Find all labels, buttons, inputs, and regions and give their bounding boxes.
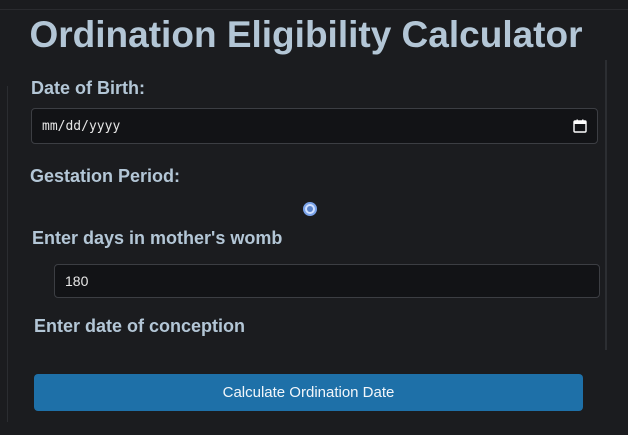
panel-left-edge: [7, 86, 8, 422]
conception-label: Enter date of conception: [34, 316, 246, 336]
dob-placeholder: mm/dd/yyyy: [42, 118, 121, 134]
calendar-icon[interactable]: [573, 119, 587, 133]
dob-input[interactable]: mm/dd/yyyy: [31, 108, 598, 144]
gestation-label: Gestation Period:: [30, 166, 181, 186]
days-value: 180: [65, 273, 89, 289]
days-input[interactable]: 180: [54, 264, 600, 298]
page-title: Ordination Eligibility Calculator: [29, 14, 583, 55]
calculator-page: Ordination Eligibility Calculator Date o…: [0, 0, 628, 435]
days-label: Enter days in mother's womb: [32, 228, 283, 248]
calculate-button-label: Calculate Ordination Date: [222, 384, 395, 401]
top-divider: [0, 9, 628, 10]
panel-right-edge: [605, 60, 607, 350]
dob-label: Date of Birth:: [31, 78, 145, 98]
calculate-button[interactable]: Calculate Ordination Date: [34, 374, 583, 411]
gestation-radio[interactable]: [303, 202, 317, 216]
